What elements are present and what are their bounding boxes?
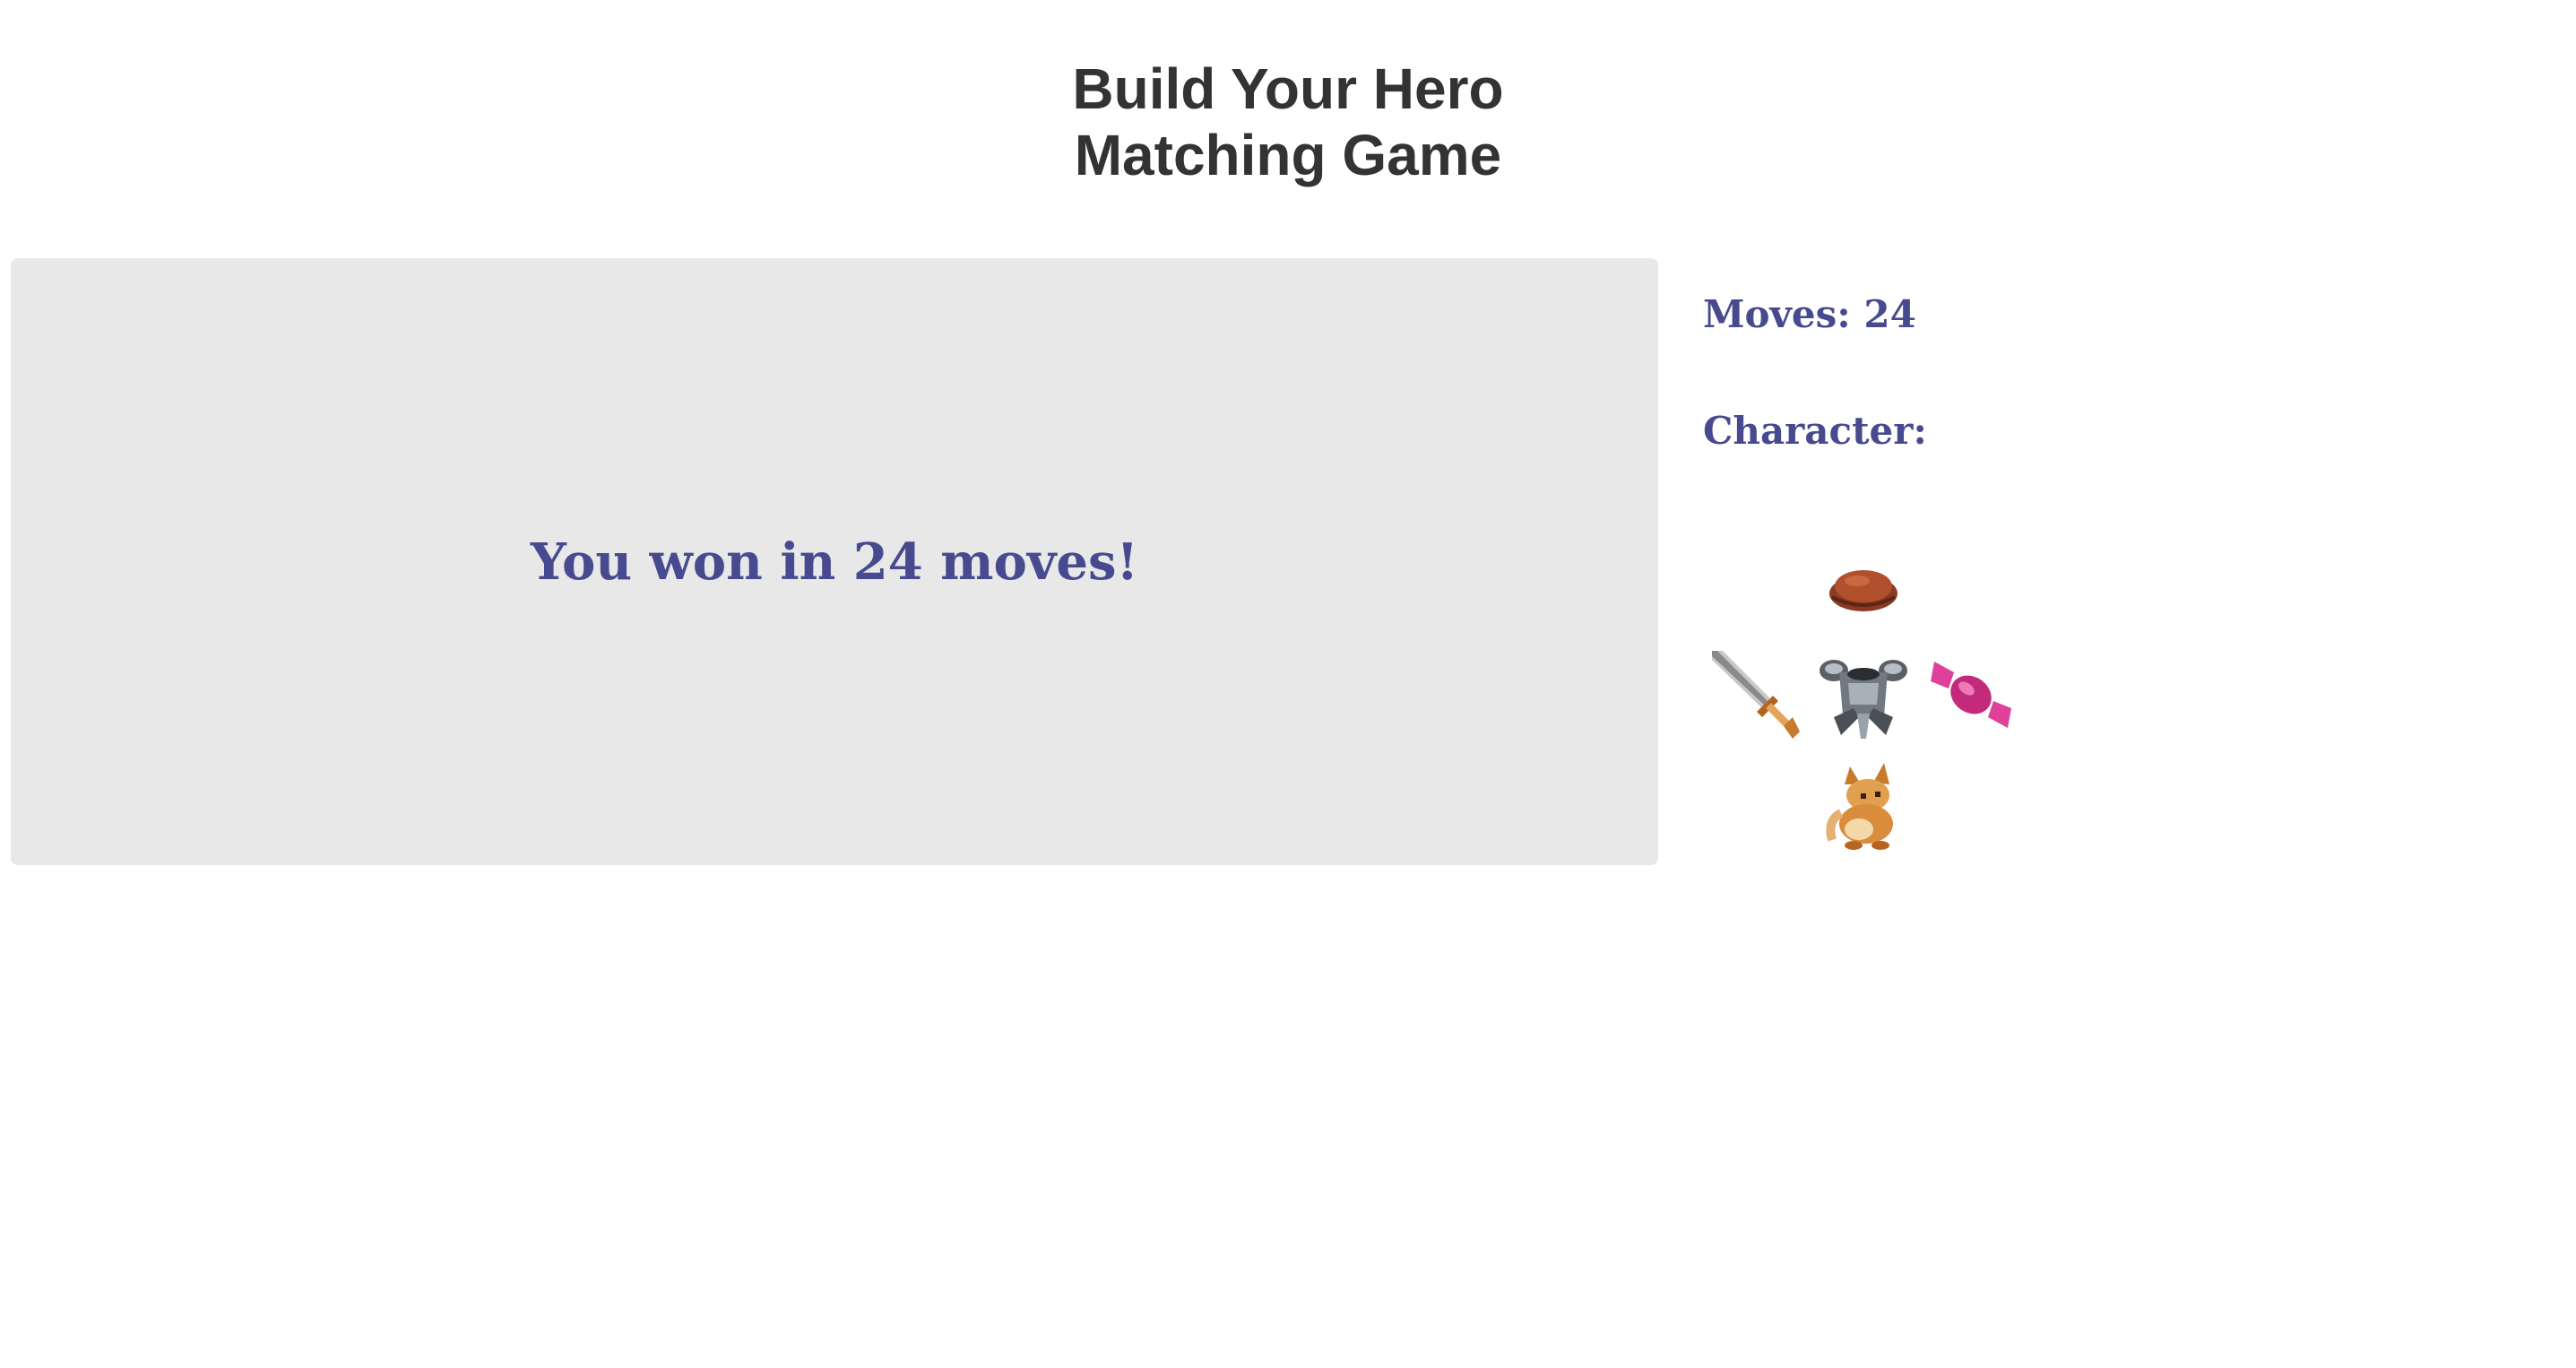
game-board: You won in 24 moves!: [11, 258, 1658, 865]
win-message: You won in 24 moves!: [530, 532, 1139, 592]
page-title-line1: Build Your Hero: [1072, 56, 1504, 121]
moves-counter: Moves: 24: [1703, 292, 1916, 336]
leather-cap-icon: [1814, 538, 1913, 636]
sword-icon: [1707, 645, 1805, 744]
fox-pet-icon: [1814, 758, 1913, 856]
steel-armor-icon: [1814, 645, 1913, 744]
candy-icon: [1922, 645, 2020, 744]
character-label: Character:: [1703, 409, 1927, 453]
page-title: Build Your Hero Matching Game: [0, 56, 2576, 188]
page-title-line2: Matching Game: [1074, 123, 1502, 187]
